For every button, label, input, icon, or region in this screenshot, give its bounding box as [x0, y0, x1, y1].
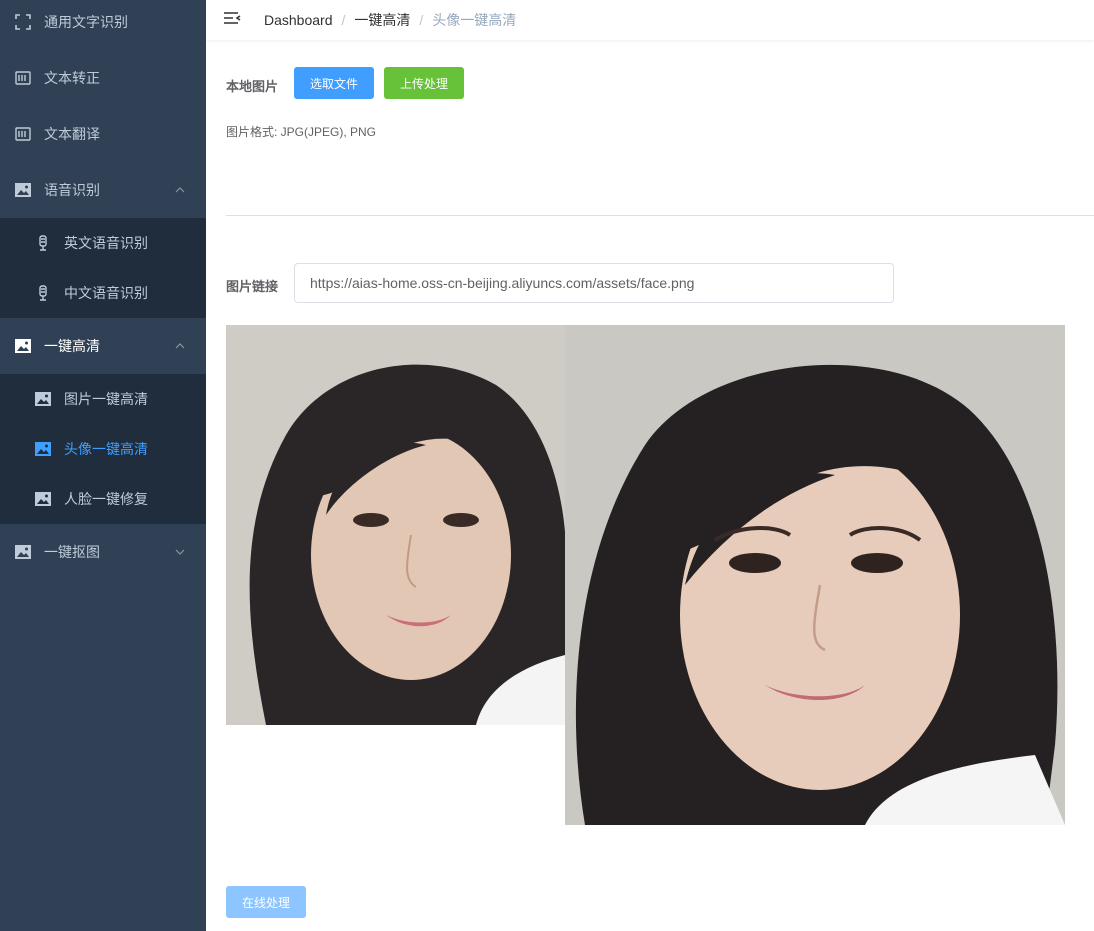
image-icon [14, 543, 32, 561]
image-icon [14, 181, 32, 199]
sidebar-item-face-restore[interactable]: 人脸一键修复 [0, 474, 206, 524]
image-link-label: 图片链接 [226, 279, 279, 294]
sidebar-item-label: 图片一键高清 [64, 391, 148, 407]
select-file-button[interactable]: 选取文件 [294, 67, 374, 99]
sidebar-item-general-ocr[interactable]: 通用文字识别 [0, 0, 206, 50]
breadcrumb-separator: / [419, 12, 424, 28]
hamburger-icon[interactable] [222, 9, 242, 29]
sidebar-item-avatar-hd[interactable]: 头像一键高清 [0, 424, 206, 474]
sidebar-item-image-hd[interactable]: 图片一键高清 [0, 374, 206, 424]
local-image-label: 本地图片 [226, 79, 279, 94]
enhanced-image [565, 325, 1065, 825]
sidebar-item-label: 英文语音识别 [64, 235, 148, 251]
sidebar-item-label: 文本翻译 [44, 126, 100, 142]
sidebar-item-text-translate[interactable]: 文本翻译 [0, 106, 206, 162]
breadcrumb: Dashboard / 一键高清 / 头像一键高清 [264, 10, 516, 30]
divider [226, 215, 1094, 216]
online-process-button[interactable]: 在线处理 [226, 886, 306, 918]
microphone-icon [34, 284, 52, 302]
sidebar-item-label: 通用文字识别 [44, 14, 128, 30]
sidebar-item-chinese-speech[interactable]: 中文语音识别 [0, 268, 206, 318]
sidebar-item-cutout[interactable]: 一键抠图 [0, 524, 206, 580]
sidebar-item-label: 中文语音识别 [64, 285, 148, 301]
microphone-icon [34, 234, 52, 252]
document-icon [14, 125, 32, 143]
sidebar: 通用文字识别 文本转正 文本翻译 语音识别 英文语音识别 中文语音识别 一键高清… [0, 0, 206, 931]
breadcrumb-separator: / [341, 12, 346, 28]
image-url-input[interactable] [294, 263, 894, 303]
chevron-up-icon [175, 343, 185, 349]
navbar: Dashboard / 一键高清 / 头像一键高清 [206, 0, 1094, 40]
upload-process-button[interactable]: 上传处理 [384, 67, 464, 99]
sidebar-item-english-speech[interactable]: 英文语音识别 [0, 218, 206, 268]
sidebar-item-one-click-hd[interactable]: 一键高清 [0, 318, 206, 374]
sidebar-item-label: 一键抠图 [44, 544, 100, 560]
sidebar-item-text-rectify[interactable]: 文本转正 [0, 50, 206, 106]
image-icon [34, 440, 52, 458]
image-icon [14, 337, 32, 355]
sidebar-item-label: 人脸一键修复 [64, 491, 148, 507]
image-icon [34, 390, 52, 408]
breadcrumb-item-current: 头像一键高清 [432, 12, 517, 28]
chevron-up-icon [175, 187, 185, 193]
chevron-down-icon [175, 549, 185, 555]
sidebar-item-speech-recognition[interactable]: 语音识别 [0, 162, 206, 218]
document-icon [14, 69, 32, 87]
sidebar-item-label: 一键高清 [44, 338, 100, 354]
image-icon [34, 490, 52, 508]
breadcrumb-item-hd[interactable]: 一键高清 [354, 10, 410, 30]
sidebar-item-label: 头像一键高清 [64, 441, 148, 457]
sidebar-item-label: 语音识别 [44, 182, 100, 198]
breadcrumb-item-dashboard[interactable]: Dashboard [264, 12, 333, 28]
scan-icon [14, 13, 32, 31]
original-image [226, 325, 565, 725]
format-hint: 图片格式: JPG(JPEG), PNG [226, 125, 377, 139]
sidebar-item-label: 文本转正 [44, 70, 100, 86]
